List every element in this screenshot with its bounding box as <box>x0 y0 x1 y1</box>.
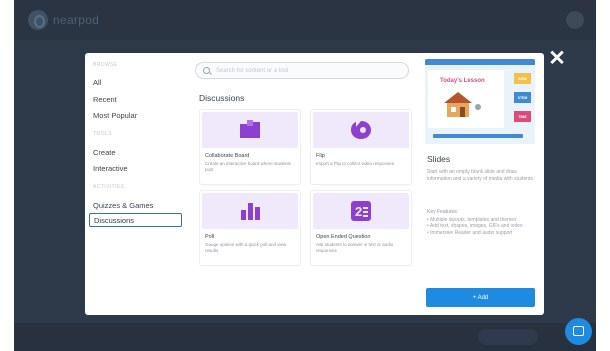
bottom-bar-button[interactable] <box>478 329 538 345</box>
tile-description: Ask students to answer in text or audio … <box>316 242 394 253</box>
tile-art <box>202 112 298 148</box>
tile-title: Open Ended Question <box>316 234 371 240</box>
sidebar-item-all[interactable]: All <box>93 78 101 87</box>
top-navigation-bar: nearpod <box>14 0 596 40</box>
sidebar-item-quizzes-games[interactable]: Quizzes & Games <box>93 201 153 210</box>
add-button[interactable]: + Add <box>426 288 535 307</box>
info-description: Start with an empty blank slide and draw… <box>427 169 535 182</box>
feature-item: • Add text, shapes, images, GIFs and vid… <box>427 223 523 229</box>
preview-progress-bar <box>433 134 523 138</box>
tile-art <box>313 112 409 148</box>
preview-toolbar <box>425 59 535 65</box>
brand-name: nearpod <box>53 13 100 27</box>
tile-art: 2 <box>313 193 409 229</box>
features-heading: Key Features: <box>427 209 459 215</box>
info-features: Key Features: • Multiple layouts, templa… <box>427 209 535 236</box>
sidebar-group-tools: Tools <box>93 131 112 137</box>
tile-description: Gauge opinion with a quick poll and view… <box>205 242 287 253</box>
tile-poll[interactable]: Poll Gauge opinion with a quick poll and… <box>200 191 300 265</box>
bottom-bar <box>14 323 596 351</box>
flip-icon <box>351 121 371 139</box>
tile-open-ended-question[interactable]: 2 Open Ended Question Ask students to an… <box>311 191 411 265</box>
slide-preview-image: Today's Lesson IDEA STEM TIME <box>425 59 535 144</box>
open-ended-question-icon: 2 <box>351 201 371 221</box>
brand[interactable]: nearpod <box>28 10 99 30</box>
feature-item: • Immersive Reader and audio support <box>427 229 513 236</box>
sidebar-item-interactive[interactable]: Interactive <box>93 164 128 173</box>
collaborate-board-icon <box>240 120 260 138</box>
sidebar-group-browse: Browse <box>93 62 118 68</box>
preview-chip: TIME <box>514 111 531 122</box>
info-title: Slides <box>427 154 451 164</box>
chat-icon <box>573 326 584 336</box>
preview-chip: IDEA <box>514 73 531 84</box>
search-icon <box>203 67 210 74</box>
brand-logo-icon <box>28 10 48 30</box>
modal-sidebar: Browse All Recent Most Popular Tools Cre… <box>85 53 185 315</box>
close-modal-button[interactable]: ✕ <box>547 48 567 69</box>
preview-slide-title: Today's Lesson <box>440 78 485 84</box>
tile-title: Collaborate Board <box>205 153 250 159</box>
search-input[interactable]: Search for content or a tool <box>195 62 409 79</box>
sidebar-group-activities: Activities <box>93 184 125 190</box>
tile-description: Import a Flip to collect video responses <box>316 161 395 166</box>
tile-art <box>202 193 298 229</box>
tile-description: Create an interactive board where studen… <box>205 161 292 172</box>
tile-flip[interactable]: Flip Import a Flip to collect video resp… <box>311 110 411 184</box>
chat-support-button[interactable] <box>565 318 592 345</box>
content-picker-modal: Browse All Recent Most Popular Tools Cre… <box>85 53 544 315</box>
sidebar-item-create[interactable]: Create <box>93 148 116 157</box>
sidebar-item-most-popular[interactable]: Most Popular <box>93 111 137 120</box>
svg-text:2: 2 <box>355 204 362 219</box>
sidebar-item-recent[interactable]: Recent <box>93 95 117 104</box>
user-avatar[interactable] <box>566 11 584 29</box>
tile-title: Flip <box>316 153 325 159</box>
search-placeholder: Search for content or a tool <box>216 67 289 74</box>
tile-title: Poll <box>205 234 215 240</box>
house-illustration-icon <box>444 92 481 117</box>
section-title: Discussions <box>199 93 245 103</box>
sidebar-item-discussions[interactable]: Discussions <box>89 213 182 227</box>
preview-chip: STEM <box>514 92 531 103</box>
poll-icon <box>241 203 260 220</box>
preview-slide: Today's Lesson <box>428 70 504 128</box>
tile-collaborate-board[interactable]: Collaborate Board Create an interactive … <box>200 110 300 184</box>
